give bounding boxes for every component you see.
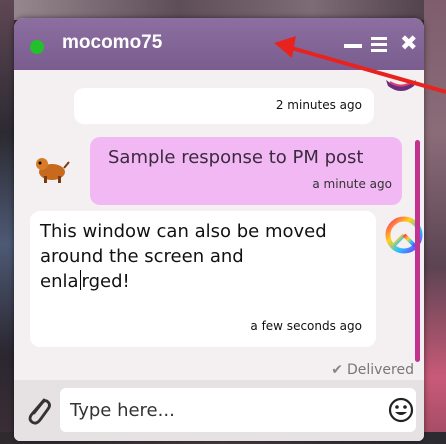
- paperclip-icon[interactable]: [24, 394, 52, 426]
- message-line: enla: [40, 271, 79, 292]
- background-content: [0, 0, 446, 20]
- message-text: This window can also be moved around the…: [40, 219, 370, 294]
- smiley-icon[interactable]: [388, 397, 414, 423]
- message-input-placeholder: Type here...: [70, 400, 175, 421]
- message-bubble: This window can also be moved around the…: [30, 211, 376, 347]
- scrollbar[interactable]: [415, 140, 420, 362]
- message-timestamp: a few seconds ago: [250, 319, 362, 333]
- annotation-arrow-icon: [274, 36, 446, 94]
- online-status-icon: [30, 40, 44, 54]
- checkmark-icon: ✔: [331, 362, 343, 378]
- delivery-status: ✔ Delivered: [331, 362, 414, 378]
- text-caret: [79, 270, 81, 290]
- message-line: This window can also be moved: [40, 221, 327, 242]
- dog-avatar-icon: [36, 158, 70, 183]
- message-line: around the screen and: [40, 246, 244, 267]
- message-timestamp: a minute ago: [312, 177, 392, 191]
- message-bubble-incoming: Sample response to PM post a minute ago: [90, 137, 402, 205]
- message-text: Sample response to PM post: [108, 147, 364, 168]
- background-content-left: [0, 0, 14, 444]
- message-composer: Type here...: [14, 380, 424, 441]
- message-timestamp: 2 minutes ago: [275, 98, 362, 112]
- message-list[interactable]: 2 minutes ago Sample response to PM post…: [14, 70, 424, 380]
- delivery-status-label: Delivered: [346, 362, 414, 378]
- message-input[interactable]: Type here...: [60, 388, 416, 432]
- chat-username: mocomo75: [62, 32, 163, 53]
- message-line: rged!: [81, 271, 130, 292]
